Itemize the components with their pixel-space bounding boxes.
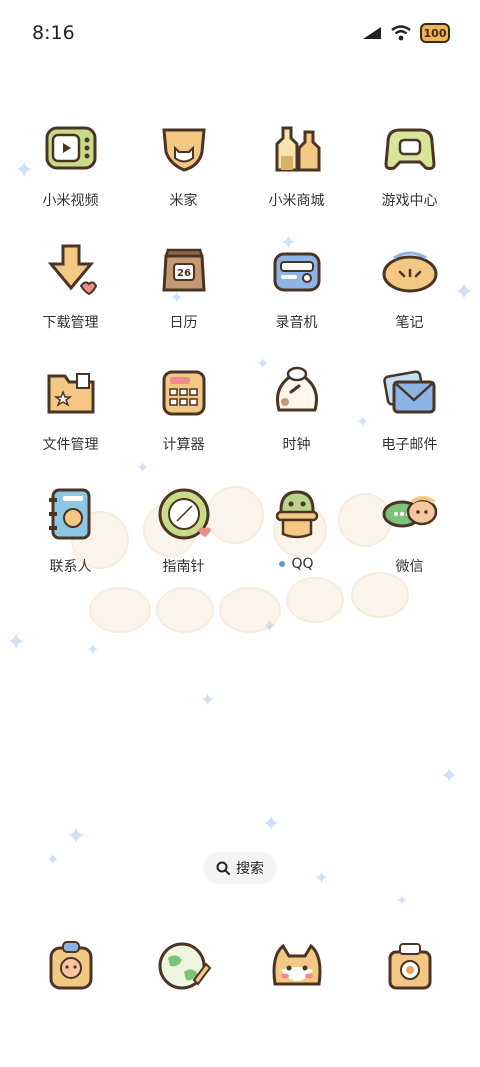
app-label: 联系人	[49, 559, 92, 575]
app-mijia[interactable]: 米家	[127, 118, 240, 240]
sparkle-icon: ✦	[440, 764, 459, 789]
wifi-icon	[391, 25, 411, 41]
app-file-manager[interactable]: 文件管理	[14, 362, 127, 484]
rice-dumpling-clock-icon	[275, 366, 318, 412]
app-compass[interactable]: 指南针	[127, 484, 240, 606]
radio-recorder-icon	[273, 252, 320, 292]
app-game-center[interactable]: 游戏中心	[353, 118, 466, 240]
contacts-book-icon	[48, 488, 90, 540]
cat-face-camera-icon[interactable]	[267, 936, 327, 996]
phone-bear-icon[interactable]	[41, 936, 101, 996]
app-recorder[interactable]: 录音机	[240, 240, 353, 362]
app-label-qq: QQ	[279, 556, 314, 572]
app-label: 录音机	[275, 315, 318, 331]
app-clock[interactable]: 时钟	[240, 362, 353, 484]
app-label: 指南针	[162, 559, 205, 575]
app-label: 米家	[169, 193, 198, 209]
cat-shield-icon	[161, 128, 206, 172]
app-qq[interactable]: QQ	[240, 484, 353, 606]
app-download-manager[interactable]: 下载管理	[14, 240, 127, 362]
status-time: 8:16	[32, 22, 75, 44]
tv-icon	[45, 126, 96, 170]
status-icons: 100	[362, 22, 450, 44]
qq-penguin-icon	[275, 490, 318, 539]
notes-bread-icon	[382, 251, 437, 293]
app-label: QQ	[291, 556, 314, 572]
battery-level: 100	[423, 26, 447, 40]
browser-globe-icon[interactable]	[154, 936, 214, 996]
app-label: 小米视频	[42, 193, 99, 209]
flower-box-icon[interactable]	[380, 936, 440, 996]
calculator-icon	[162, 370, 205, 416]
app-wechat[interactable]: 微信	[353, 484, 466, 606]
search-icon	[216, 861, 230, 875]
app-label: 电子邮件	[381, 437, 438, 453]
battery-icon: 100	[420, 23, 450, 43]
compass-icon	[158, 488, 211, 540]
dock	[14, 936, 466, 996]
app-label: 时钟	[282, 437, 311, 453]
folder-icon	[47, 373, 94, 414]
app-label: 日历	[169, 315, 198, 331]
envelope-icon	[382, 370, 435, 414]
app-label: 计算器	[162, 437, 205, 453]
notification-dot	[279, 561, 286, 567]
app-email[interactable]: 电子邮件	[353, 362, 466, 484]
wechat-chat-icon	[382, 496, 437, 528]
calendar-date: 26	[177, 268, 191, 279]
app-label: 微信	[395, 559, 424, 575]
app-calendar[interactable]: 26 日历	[127, 240, 240, 362]
signal-icon	[363, 27, 381, 39]
app-label: 小米商城	[268, 193, 325, 209]
app-contacts[interactable]: 联系人	[14, 484, 127, 606]
search-button[interactable]: 搜索	[203, 852, 277, 884]
sparkle-icon: ✦	[262, 812, 281, 837]
sparkle-icon: ✦	[6, 628, 27, 656]
sparkle-icon: ✦	[200, 690, 216, 711]
app-label: 游戏中心	[381, 193, 438, 209]
calendar-bag-icon: 26	[161, 248, 206, 292]
shop-bottles-icon	[275, 126, 320, 172]
app-grid: 小米视频 米家 小米商城 游戏中心 下载管理 26 日历 录音机 笔记 文件管理…	[14, 118, 466, 606]
app-notes[interactable]: 笔记	[353, 240, 466, 362]
sparkle-icon: ✦	[46, 850, 60, 869]
app-label: 文件管理	[42, 437, 99, 453]
app-label: 下载管理	[42, 315, 99, 331]
status-bar: 8:16 100	[0, 0, 480, 68]
app-calculator[interactable]: 计算器	[127, 362, 240, 484]
download-arrow-icon	[47, 244, 97, 296]
sparkle-icon: ✦	[66, 822, 87, 850]
search-label: 搜索	[236, 861, 264, 877]
sparkle-icon: ✦	[396, 893, 408, 909]
app-mi-video[interactable]: 小米视频	[14, 118, 127, 240]
app-label: 笔记	[395, 315, 424, 331]
game-controller-icon	[383, 128, 436, 170]
sparkle-icon: ✦	[314, 868, 330, 889]
app-mi-store[interactable]: 小米商城	[240, 118, 353, 240]
